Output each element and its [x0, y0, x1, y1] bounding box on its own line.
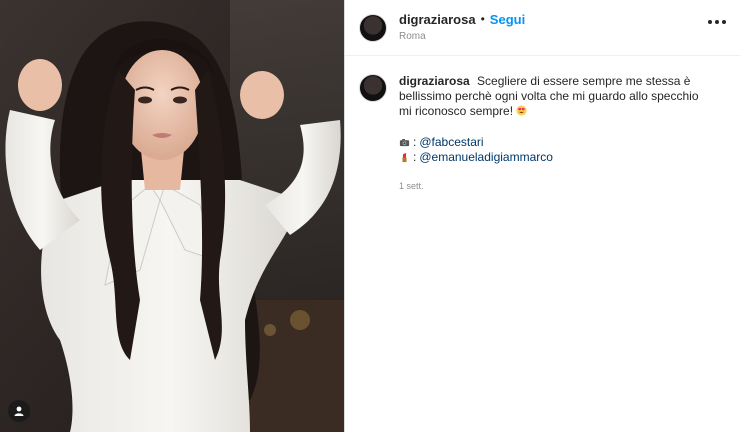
more-dot — [722, 20, 726, 24]
separator-dot: • — [480, 12, 485, 27]
credit-separator: : — [413, 135, 417, 149]
post-media[interactable] — [0, 0, 344, 432]
credit-makeup: : @emanueladigiammarco — [399, 150, 699, 165]
post-header: digraziarosa • Segui Roma — [345, 0, 740, 56]
follow-button[interactable]: Segui — [490, 12, 525, 28]
caption-comment: digraziarosa Scegliere di essere sempre … — [345, 56, 740, 194]
more-options-button[interactable] — [708, 20, 726, 24]
lipstick-emoji-icon — [402, 152, 407, 163]
credit-separator: : — [413, 150, 417, 164]
camera-emoji-icon — [399, 139, 410, 147]
user-tag-button[interactable] — [8, 400, 30, 422]
location-link[interactable]: Roma — [399, 31, 525, 44]
username-link[interactable]: digraziarosa — [399, 12, 476, 28]
post-photo — [0, 0, 344, 432]
more-horizontal-icon — [708, 20, 712, 24]
avatar[interactable] — [359, 74, 387, 102]
avatar[interactable] — [359, 13, 387, 42]
heart-eyes-emoji-icon — [516, 105, 527, 116]
post-timestamp[interactable]: 1 sett. — [399, 179, 699, 194]
mention-link[interactable]: @emanueladigiammarco — [419, 150, 553, 165]
caption-username-link[interactable]: digraziarosa — [399, 74, 470, 88]
caption-body: digraziarosa Scegliere di essere sempre … — [399, 74, 699, 194]
user-tag-icon — [14, 406, 24, 416]
header-text: digraziarosa • Segui Roma — [399, 12, 525, 44]
credits-list: : @fabcestari : @emanueladigiammarco — [399, 135, 699, 165]
mention-link[interactable]: @fabcestari — [419, 135, 483, 150]
credit-photographer: : @fabcestari — [399, 135, 699, 150]
instagram-post: digraziarosa • Segui Roma digraziarosa S… — [0, 0, 740, 432]
post-sidebar: digraziarosa • Segui Roma digraziarosa S… — [344, 0, 740, 432]
more-dot — [715, 20, 719, 24]
